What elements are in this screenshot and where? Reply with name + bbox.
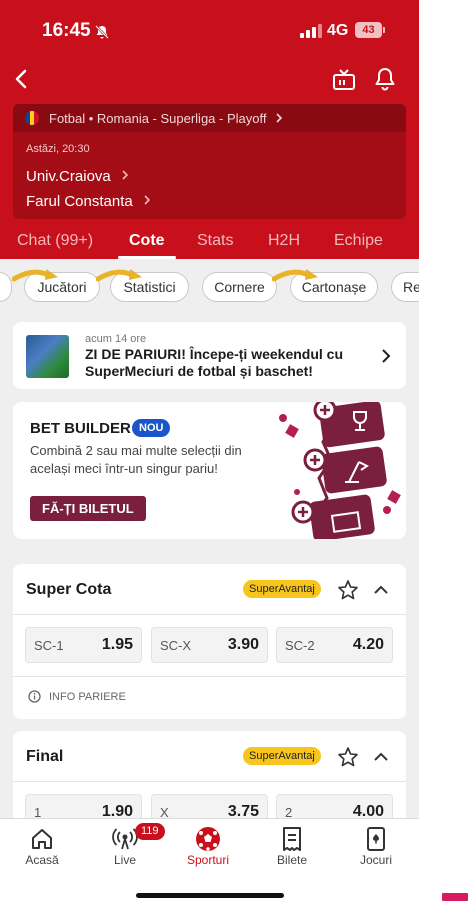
odd-button-scx[interactable]: SC-X 3.90 bbox=[151, 627, 268, 663]
divider bbox=[13, 781, 406, 782]
info-icon bbox=[28, 690, 41, 703]
market-filter-chips: Jucători Statistici Cornere Cartonașe Re bbox=[0, 268, 419, 308]
bet-builder-title: BET BUILDER bbox=[30, 420, 131, 437]
odd-label: SC-1 bbox=[34, 638, 64, 653]
nav-jocuri[interactable]: Jocuri bbox=[346, 825, 406, 867]
bottom-navigation: Acasă Live 119 Sporturi Bilete Jocuri bbox=[0, 818, 419, 906]
playing-card-icon bbox=[367, 827, 385, 851]
away-team-link[interactable]: Farul Constanta bbox=[26, 193, 153, 210]
star-icon[interactable] bbox=[337, 579, 359, 601]
soccer-ball-icon bbox=[196, 827, 220, 851]
swipe-hint-arrow-icon bbox=[96, 269, 142, 282]
status-time: 16:45 bbox=[42, 20, 91, 41]
match-card: Fotbal • Romania - Superliga - Playoff A… bbox=[13, 104, 406, 219]
tab-stats[interactable]: Stats bbox=[197, 232, 233, 250]
odd-button-sc1[interactable]: SC-1 1.95 bbox=[25, 627, 142, 663]
tab-cote[interactable]: Cote bbox=[129, 232, 165, 250]
market-title: Super Cota bbox=[26, 581, 112, 598]
tv-icon[interactable] bbox=[332, 68, 356, 92]
home-icon bbox=[32, 829, 52, 849]
bet-builder-description: Combină 2 sau mai multe selecții din ace… bbox=[30, 443, 242, 476]
app-screen: 16:45 4G 43 Fotbal • Romania - Superliga… bbox=[0, 0, 419, 906]
chevron-right-icon bbox=[122, 170, 129, 180]
odd-value: 4.20 bbox=[352, 636, 384, 653]
match-time: Astăzi, 20:30 bbox=[26, 143, 90, 155]
chevron-up-icon[interactable] bbox=[372, 748, 390, 766]
betting-info-link[interactable]: INFO PARIERE bbox=[28, 690, 126, 703]
network-type: 4G bbox=[327, 22, 349, 39]
swipe-hint-arrow-icon bbox=[12, 269, 58, 282]
star-icon[interactable] bbox=[337, 746, 359, 768]
odd-value: 3.90 bbox=[227, 636, 259, 653]
tab-echipe[interactable]: Echipe bbox=[334, 232, 383, 250]
odd-label: SC-X bbox=[160, 638, 192, 653]
odd-label: SC-2 bbox=[285, 638, 315, 653]
nav-label: Sporturi bbox=[186, 853, 230, 867]
match-header: 16:45 4G 43 Fotbal • Romania - Superliga… bbox=[0, 0, 419, 259]
super-avantaj-badge: SuperAvantaj bbox=[243, 580, 321, 598]
bell-icon[interactable] bbox=[373, 66, 397, 92]
signal-icon bbox=[300, 24, 322, 38]
info-label: INFO PARIERE bbox=[49, 690, 126, 703]
nav-bilete[interactable]: Bilete bbox=[262, 825, 322, 867]
odd-value: 1.95 bbox=[101, 636, 133, 653]
active-tab-indicator bbox=[118, 256, 176, 259]
chip-partial[interactable] bbox=[0, 272, 12, 302]
tab-chat[interactable]: Chat (99+) bbox=[17, 232, 93, 250]
chip-more[interactable]: Re bbox=[391, 272, 419, 302]
battery-tip bbox=[383, 27, 385, 33]
new-badge: NOU bbox=[132, 419, 171, 437]
chevron-right-icon bbox=[144, 195, 151, 205]
divider bbox=[13, 614, 406, 615]
live-count-badge: 119 bbox=[135, 823, 165, 840]
divider bbox=[13, 676, 406, 677]
news-thumbnail bbox=[26, 335, 69, 378]
nav-sporturi[interactable]: Sporturi bbox=[178, 825, 238, 867]
chip-cornere[interactable]: Cornere bbox=[202, 272, 277, 302]
match-breadcrumb[interactable]: Fotbal • Romania - Superliga - Playoff bbox=[13, 104, 406, 132]
chevron-right-icon bbox=[276, 113, 283, 123]
bell-off-icon bbox=[95, 25, 109, 39]
news-time: acum 14 ore bbox=[85, 333, 147, 345]
status-bar: 16:45 4G 43 bbox=[0, 0, 419, 56]
nav-label: Jocuri bbox=[359, 853, 392, 867]
tab-h2h[interactable]: H2H bbox=[268, 232, 300, 250]
home-indicator bbox=[136, 893, 284, 898]
news-card[interactable]: acum 14 ore ZI DE PARIURI! Începe-ți wee… bbox=[13, 322, 406, 389]
chevron-up-icon[interactable] bbox=[372, 581, 390, 599]
super-avantaj-badge: SuperAvantaj bbox=[243, 747, 321, 765]
chevron-right-icon bbox=[382, 349, 391, 363]
create-ticket-button[interactable]: FĂ-ȚI BILETUL bbox=[30, 496, 146, 521]
nav-label: Acasă bbox=[25, 853, 59, 867]
swipe-hint-arrow-icon bbox=[272, 269, 318, 282]
corner-watermark bbox=[442, 893, 468, 901]
home-team-name: Univ.Craiova bbox=[26, 168, 111, 185]
bet-builder-illustration bbox=[279, 402, 401, 539]
match-tabs: Chat (99+) Cote Stats H2H Echipe bbox=[0, 226, 419, 259]
romania-flag-icon bbox=[25, 111, 39, 125]
bet-builder-card: BET BUILDER NOU Combină 2 sau mai multe … bbox=[13, 402, 406, 539]
battery-icon: 43 bbox=[355, 22, 382, 38]
ticket-icon bbox=[283, 827, 301, 851]
market-super-cota: Super Cota SuperAvantaj SC-1 1.95 SC-X 3… bbox=[13, 564, 406, 719]
nav-acasa[interactable]: Acasă bbox=[12, 825, 72, 867]
away-team-name: Farul Constanta bbox=[26, 193, 133, 210]
nav-label: Live bbox=[113, 853, 136, 867]
odd-button-sc2[interactable]: SC-2 4.20 bbox=[276, 627, 393, 663]
breadcrumb-text: Fotbal • Romania - Superliga - Playoff bbox=[49, 110, 267, 126]
market-title: Final bbox=[26, 748, 64, 765]
news-title: ZI DE PARIURI! Începe-ți weekendul cu Su… bbox=[85, 346, 344, 379]
home-team-link[interactable]: Univ.Craiova bbox=[26, 168, 131, 185]
nav-label: Bilete bbox=[276, 853, 308, 867]
back-arrow-icon[interactable] bbox=[10, 66, 34, 92]
